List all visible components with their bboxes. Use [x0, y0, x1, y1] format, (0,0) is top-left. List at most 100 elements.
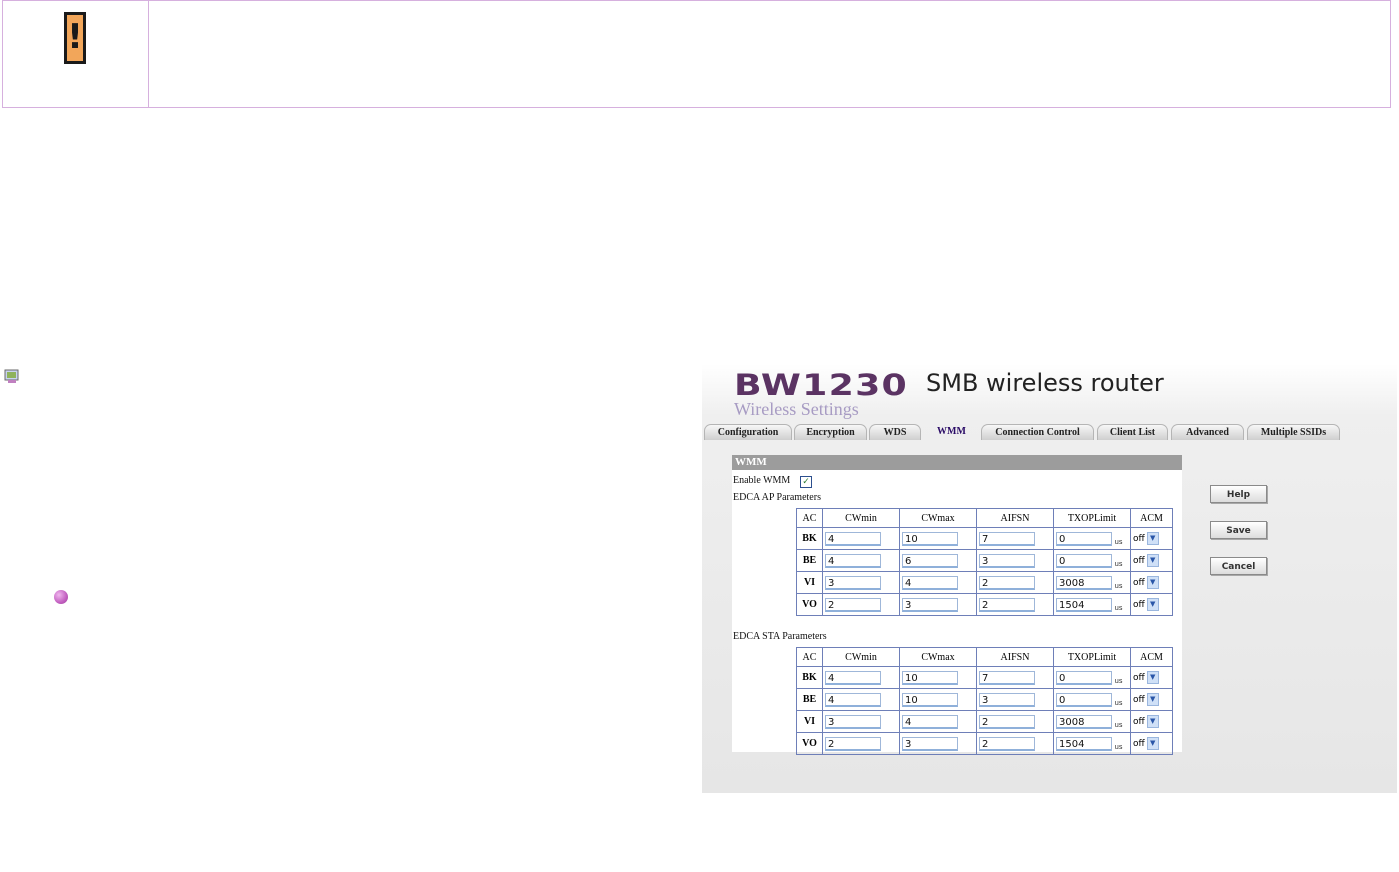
acm-value: off [1133, 577, 1145, 588]
section-header: WMM [732, 455, 1182, 470]
aifsn-input[interactable]: 3 [979, 553, 1035, 568]
col-acm: ACM [1130, 508, 1173, 528]
aifsn-input[interactable]: 2 [979, 714, 1035, 729]
cwmin-input[interactable]: 4 [825, 692, 881, 707]
tab-client-list[interactable]: Client List [1097, 424, 1168, 440]
table-row: BE 4 10 3 0 us off ▼ [796, 688, 1173, 711]
acm-select[interactable]: off ▼ [1133, 693, 1159, 707]
unit-label: us [1114, 742, 1123, 751]
cwmax-input[interactable]: 4 [902, 575, 958, 590]
ac-label: VI [796, 571, 823, 594]
col-ac: AC [796, 508, 823, 528]
col-ac: AC [796, 647, 823, 667]
cwmin-input[interactable]: 4 [825, 670, 881, 685]
tab-advanced[interactable]: Advanced [1171, 424, 1244, 440]
chevron-down-icon[interactable]: ▼ [1146, 554, 1159, 567]
aifsn-input[interactable]: 7 [979, 670, 1035, 685]
acm-select[interactable]: off ▼ [1133, 671, 1159, 685]
save-button[interactable]: Save [1210, 521, 1267, 539]
txop-input[interactable]: 0 [1056, 553, 1112, 568]
ac-label: BE [796, 688, 823, 711]
enable-wmm-checkbox[interactable]: ✓ [800, 476, 812, 488]
aifsn-input[interactable]: 3 [979, 692, 1035, 707]
cwmin-input[interactable]: 4 [825, 531, 881, 546]
cwmin-input[interactable]: 2 [825, 597, 881, 612]
aifsn-input[interactable]: 7 [979, 531, 1035, 546]
cwmax-input[interactable]: 10 [902, 692, 958, 707]
acm-value: off [1133, 555, 1145, 566]
col-aifsn: AIFSN [976, 647, 1054, 667]
wmm-panel: WMM Enable WMM ✓ EDCA AP Parameters AC C… [732, 455, 1182, 755]
exclamation-icon: ! [64, 12, 86, 64]
txop-input[interactable]: 1504 [1056, 736, 1112, 751]
cwmin-input[interactable]: 3 [825, 714, 881, 729]
chevron-down-icon[interactable]: ▼ [1146, 693, 1159, 706]
ap-params-label: EDCA AP Parameters [733, 492, 821, 503]
ac-label: BK [796, 527, 823, 550]
acm-select[interactable]: off ▼ [1133, 598, 1159, 612]
acm-select[interactable]: off ▼ [1133, 554, 1159, 568]
cwmin-input[interactable]: 4 [825, 553, 881, 568]
ac-label: VO [796, 732, 823, 755]
aifsn-input[interactable]: 2 [979, 736, 1035, 751]
txop-input[interactable]: 3008 [1056, 575, 1112, 590]
brand-subtitle: SMB wireless router [926, 369, 1164, 397]
cwmax-input[interactable]: 6 [902, 553, 958, 568]
unit-label: us [1114, 581, 1123, 590]
sta-params-label: EDCA STA Parameters [733, 631, 827, 642]
txop-input[interactable]: 0 [1056, 692, 1112, 707]
col-cwmax: CWmax [899, 647, 977, 667]
cwmax-input[interactable]: 4 [902, 714, 958, 729]
tab-wmm[interactable]: WMM [924, 424, 979, 440]
chevron-down-icon[interactable]: ▼ [1146, 671, 1159, 684]
acm-select[interactable]: off ▼ [1133, 576, 1159, 590]
ap-params-table: AC CWmin CWmax AIFSN TXOPLimit ACM BK 4 … [796, 508, 1173, 616]
tab-multiple-ssids[interactable]: Multiple SSIDs [1247, 424, 1340, 440]
table-row: VO 2 3 2 1504 us off ▼ [796, 732, 1173, 755]
col-txoplimit: TXOPLimit [1053, 508, 1131, 528]
acm-select[interactable]: off ▼ [1133, 532, 1159, 546]
col-txoplimit: TXOPLimit [1053, 647, 1131, 667]
router-screenshot: BW1230 SMB wireless router Wireless Sett… [702, 364, 1397, 793]
bullet-icon [54, 590, 68, 604]
acm-select[interactable]: off ▼ [1133, 737, 1159, 751]
table-row: VI 3 4 2 3008 us off ▼ [796, 571, 1173, 594]
chevron-down-icon[interactable]: ▼ [1146, 598, 1159, 611]
acm-value: off [1133, 694, 1145, 705]
table-row: BK 4 10 7 0 us off ▼ [796, 666, 1173, 689]
cancel-button[interactable]: Cancel [1210, 557, 1267, 575]
acm-select[interactable]: off ▼ [1133, 715, 1159, 729]
tab-configuration[interactable]: Configuration [704, 424, 792, 440]
chevron-down-icon[interactable]: ▼ [1146, 576, 1159, 589]
cwmax-input[interactable]: 3 [902, 736, 958, 751]
txop-input[interactable]: 0 [1056, 531, 1112, 546]
sta-params-table: AC CWmin CWmax AIFSN TXOPLimit ACM BK 4 … [796, 647, 1173, 755]
help-button[interactable]: Help [1210, 485, 1267, 503]
unit-label: us [1114, 676, 1123, 685]
cwmin-input[interactable]: 3 [825, 575, 881, 590]
chevron-down-icon[interactable]: ▼ [1146, 737, 1159, 750]
unit-label: us [1114, 698, 1123, 707]
aifsn-input[interactable]: 2 [979, 597, 1035, 612]
cwmax-input[interactable]: 10 [902, 670, 958, 685]
chevron-down-icon[interactable]: ▼ [1146, 532, 1159, 545]
txop-input[interactable]: 1504 [1056, 597, 1112, 612]
cwmax-input[interactable]: 3 [902, 597, 958, 612]
chevron-down-icon[interactable]: ▼ [1146, 715, 1159, 728]
aifsn-input[interactable]: 2 [979, 575, 1035, 590]
txop-input[interactable]: 0 [1056, 670, 1112, 685]
acm-value: off [1133, 716, 1145, 727]
tab-encryption[interactable]: Encryption [794, 424, 867, 440]
tab-connection-control[interactable]: Connection Control [981, 424, 1094, 440]
table-row: BE 4 6 3 0 us off ▼ [796, 549, 1173, 572]
page-title: Wireless Settings [734, 399, 859, 419]
ac-label: VI [796, 710, 823, 733]
txop-input[interactable]: 3008 [1056, 714, 1112, 729]
cwmin-input[interactable]: 2 [825, 736, 881, 751]
cwmax-input[interactable]: 10 [902, 531, 958, 546]
ac-label: BK [796, 666, 823, 689]
warning-box: ! [2, 0, 1391, 108]
warning-icon-cell: ! [3, 1, 149, 107]
col-acm: ACM [1130, 647, 1173, 667]
tab-wds[interactable]: WDS [869, 424, 921, 440]
